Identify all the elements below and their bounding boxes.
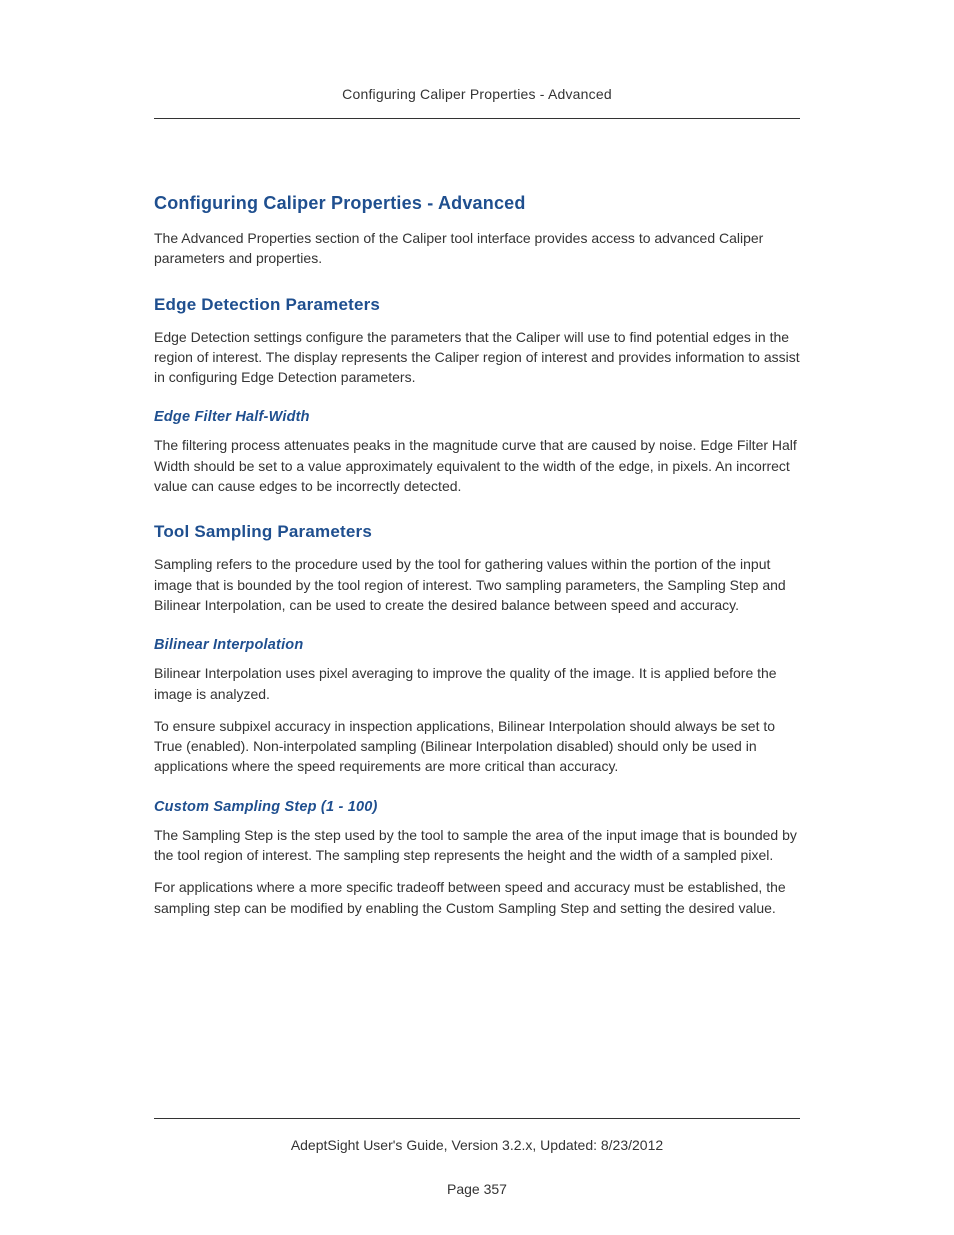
body-paragraph: The filtering process attenuates peaks i… — [154, 435, 800, 496]
subsection-heading-edge-filter: Edge Filter Half-Width — [154, 409, 800, 425]
running-header: Configuring Caliper Properties - Advance… — [154, 0, 800, 119]
body-paragraph: For applications where a more specific t… — [154, 877, 800, 918]
body-paragraph: Sampling refers to the procedure used by… — [154, 554, 800, 615]
body-paragraph: Edge Detection settings configure the pa… — [154, 327, 800, 388]
footer-guide-line: AdeptSight User's Guide, Version 3.2.x, … — [154, 1137, 800, 1153]
footer-rule — [154, 1118, 800, 1119]
section-heading-tool-sampling: Tool Sampling Parameters — [154, 522, 800, 542]
page-content: Configuring Caliper Properties - Advance… — [154, 119, 800, 918]
page-title: Configuring Caliper Properties - Advance… — [154, 193, 800, 214]
section-heading-edge-detection: Edge Detection Parameters — [154, 295, 800, 315]
body-paragraph: Bilinear Interpolation uses pixel averag… — [154, 663, 800, 704]
body-paragraph: The Sampling Step is the step used by th… — [154, 825, 800, 866]
intro-paragraph: The Advanced Properties section of the C… — [154, 228, 800, 269]
body-paragraph: To ensure subpixel accuracy in inspectio… — [154, 716, 800, 777]
page-footer: AdeptSight User's Guide, Version 3.2.x, … — [154, 1118, 800, 1235]
subsection-heading-custom-step: Custom Sampling Step (1 - 100) — [154, 799, 800, 815]
subsection-heading-bilinear: Bilinear Interpolation — [154, 637, 800, 653]
page-number: Page 357 — [154, 1181, 800, 1197]
document-page: Configuring Caliper Properties - Advance… — [0, 0, 954, 1235]
